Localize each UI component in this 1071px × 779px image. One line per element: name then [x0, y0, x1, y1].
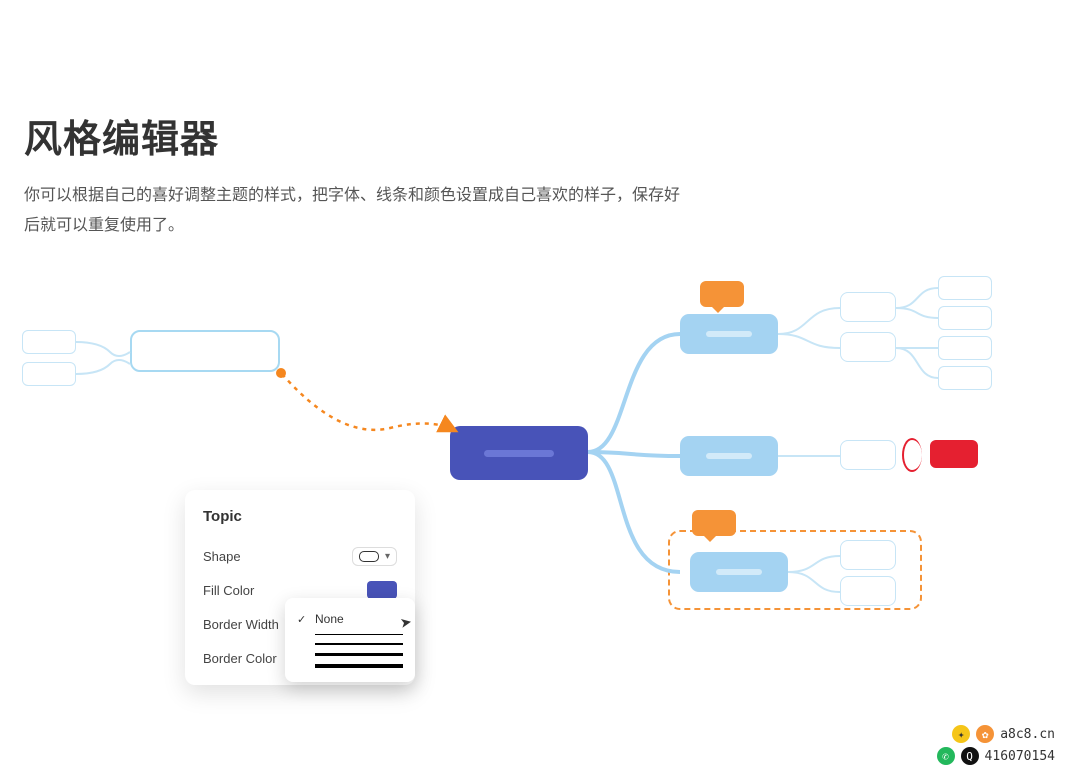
node-branch[interactable]: [680, 314, 778, 354]
callout-icon[interactable]: [700, 281, 744, 307]
node-leaf[interactable]: [840, 332, 896, 362]
node-leaf[interactable]: [840, 540, 896, 570]
qq-icon: Q: [961, 747, 979, 765]
border-width-dropdown: ✓ None: [285, 598, 415, 682]
dropdown-option-line[interactable]: [285, 660, 415, 672]
footer-url: a8c8.cn: [1000, 727, 1055, 742]
footer-icon: ✿: [976, 725, 994, 743]
shape-label: Shape: [203, 549, 241, 564]
node-leaf[interactable]: [938, 276, 992, 300]
border-width-label: Border Width: [203, 617, 279, 632]
node-leaf[interactable]: [938, 306, 992, 330]
dropdown-option-none[interactable]: ✓ None: [285, 608, 415, 630]
node-leaf[interactable]: [22, 362, 76, 386]
panel-title: Topic: [203, 508, 397, 525]
node-leaf[interactable]: [938, 366, 992, 390]
page-description: 你可以根据自己的喜好调整主题的样式，把字体、线条和颜色设置成自己喜欢的样子，保存…: [24, 181, 684, 242]
node-branch[interactable]: [680, 436, 778, 476]
chevron-down-icon: ▾: [385, 551, 390, 562]
diagram-canvas[interactable]: [0, 270, 1071, 690]
fill-color-label: Fill Color: [203, 583, 254, 598]
wechat-icon: ✆: [937, 747, 955, 765]
selection-handle[interactable]: [276, 368, 286, 378]
footer-id: 416070154: [985, 749, 1055, 764]
check-icon: ✓: [297, 613, 307, 626]
fill-color-swatch[interactable]: [367, 581, 397, 599]
node-leaf[interactable]: [938, 336, 992, 360]
node-summary[interactable]: [930, 440, 978, 468]
dropdown-option-line[interactable]: [285, 630, 415, 639]
dropdown-option-line[interactable]: [285, 649, 415, 660]
callout-icon[interactable]: [692, 510, 736, 536]
border-color-label: Border Color: [203, 651, 277, 666]
shape-preview-icon: [359, 551, 379, 562]
footer: ✦ ✿ a8c8.cn ✆ Q 416070154: [937, 725, 1055, 765]
cursor-icon: ➤: [399, 613, 414, 632]
footer-icon: ✦: [952, 725, 970, 743]
node-branch[interactable]: [690, 552, 788, 592]
node-leaf[interactable]: [840, 292, 896, 322]
page-title: 风格编辑器: [24, 108, 684, 163]
node-leaf[interactable]: [840, 440, 896, 470]
dropdown-option-line[interactable]: [285, 639, 415, 649]
node-leaf[interactable]: [840, 576, 896, 606]
node-central[interactable]: [450, 426, 588, 480]
summary-bracket[interactable]: [902, 438, 922, 472]
node-leaf[interactable]: [22, 330, 76, 354]
node-selected[interactable]: [130, 330, 280, 372]
shape-select[interactable]: ▾: [352, 547, 397, 566]
dropdown-option-label: None: [315, 612, 344, 626]
